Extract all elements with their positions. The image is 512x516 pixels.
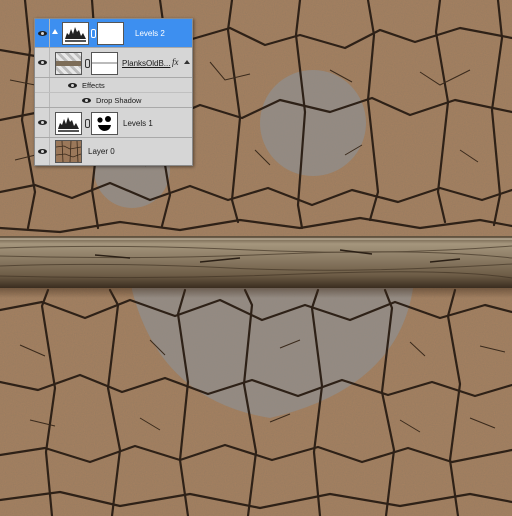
layer-row-levels-2[interactable]: Levels 2 xyxy=(35,19,192,48)
eye-icon xyxy=(38,120,47,125)
effects-visibility-cell xyxy=(35,93,50,107)
smart-object-thumbnail xyxy=(55,52,82,75)
eye-icon[interactable] xyxy=(68,83,77,88)
visibility-toggle[interactable] xyxy=(35,108,50,137)
eye-icon xyxy=(38,149,47,154)
chain-link-icon[interactable] xyxy=(85,119,90,128)
levels-adjustment-icon xyxy=(55,112,82,135)
effects-label: Effects xyxy=(82,81,105,90)
layer-mask-thumbnail[interactable] xyxy=(97,22,124,45)
levels-adjustment-icon xyxy=(62,22,89,45)
layer-mask-thumbnail[interactable] xyxy=(91,52,118,75)
fx-icon[interactable]: fx xyxy=(172,57,179,67)
cracked-earth-thumbnail xyxy=(55,140,82,163)
visibility-toggle[interactable] xyxy=(35,48,50,77)
layers-panel: Levels 2 PlanksOldB... fx Effects Drop S… xyxy=(34,18,193,166)
visibility-toggle[interactable] xyxy=(35,19,50,47)
eye-icon xyxy=(38,31,47,36)
effects-row[interactable]: Effects xyxy=(35,78,192,93)
layer-name: PlanksOldB... xyxy=(122,59,171,68)
effect-item-label: Drop Shadow xyxy=(96,96,142,105)
layer-row-layer-0[interactable]: Layer 0 xyxy=(35,138,192,165)
chain-link-icon[interactable] xyxy=(91,29,96,38)
drop-shadow-row[interactable]: Drop Shadow xyxy=(35,93,192,108)
scroll-up-arrow-icon[interactable] xyxy=(52,29,58,34)
smiley-eye-right xyxy=(260,70,366,176)
layer-name: Layer 0 xyxy=(88,147,115,156)
plank-highlight xyxy=(0,238,512,240)
planks-layer xyxy=(0,236,512,298)
visibility-toggle[interactable] xyxy=(35,138,50,165)
layer-name: Levels 2 xyxy=(135,29,165,38)
layer-mask-thumbnail[interactable] xyxy=(91,112,118,135)
layer-row-levels-1[interactable]: Levels 1 xyxy=(35,108,192,138)
layer-name: Levels 1 xyxy=(123,119,153,128)
eye-icon xyxy=(38,60,47,65)
chain-link-icon[interactable] xyxy=(85,59,90,68)
expand-triangle-icon[interactable] xyxy=(184,60,190,64)
eye-icon[interactable] xyxy=(82,98,91,103)
layer-row-planks[interactable]: PlanksOldB... fx xyxy=(35,48,192,78)
effects-visibility-cell xyxy=(35,78,50,92)
